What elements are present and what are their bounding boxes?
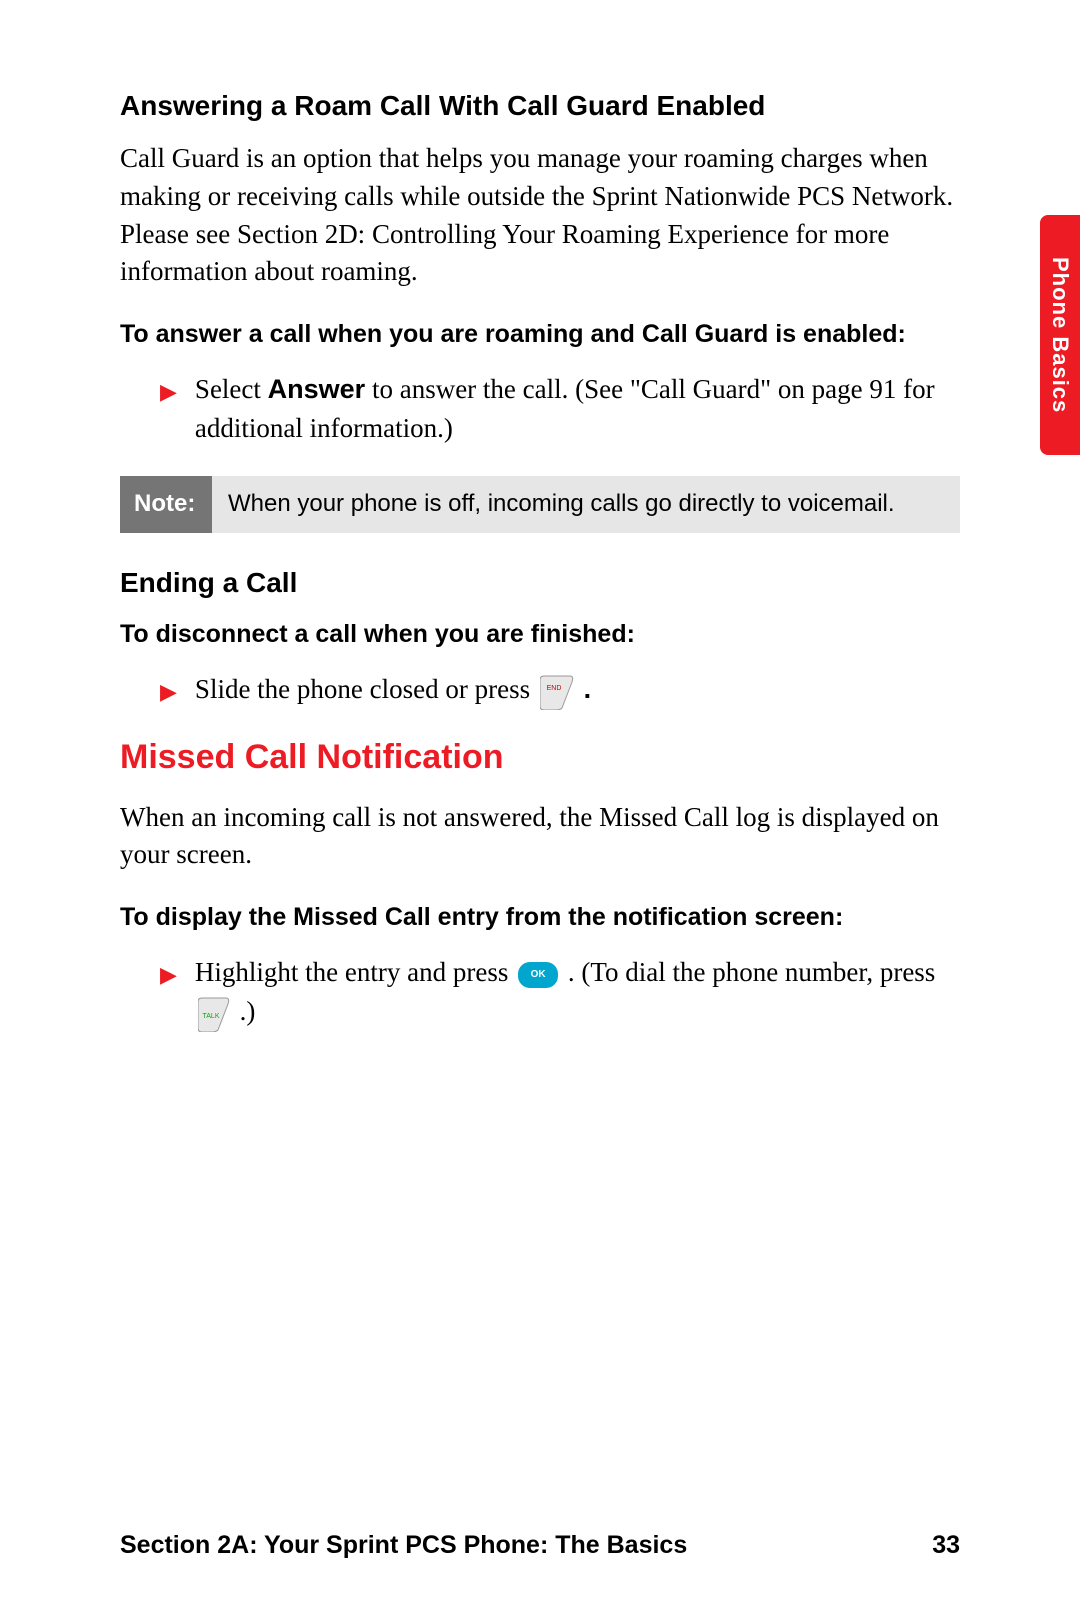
svg-text:END: END [546,685,561,692]
bullet-answer-prefix: Select [195,374,268,404]
bullet-answer-bold: Answer [268,374,366,404]
bullet-marker-icon: ▶ [160,959,177,991]
footer-page-number: 33 [932,1531,960,1560]
bullet-missed-text: Highlight the entry and press . (To dial… [195,953,960,1032]
body-call-guard: Call Guard is an option that helps you m… [120,140,960,291]
bullet-answer-text: Select Answer to answer the call. (See "… [195,370,960,448]
footer: Section 2A: Your Sprint PCS Phone: The B… [120,1531,960,1560]
instruction-missed-display: To display the Missed Call entry from th… [120,900,960,935]
footer-section-label: Section 2A: Your Sprint PCS Phone: The B… [120,1531,687,1560]
sidebar-tab-label: Phone Basics [1047,257,1073,413]
talk-key-icon: TALK [198,996,230,1032]
bullet-missed-a: Highlight the entry and press [195,957,515,987]
body-missed-call: When an incoming call is not answered, t… [120,799,960,875]
end-key-icon: END [540,674,574,710]
note-content: When your phone is off, incoming calls g… [212,476,960,532]
ok-key-icon [518,962,558,988]
instruction-roam-answer: To answer a call when you are roaming an… [120,317,960,352]
bullet-marker-icon: ▶ [160,676,177,708]
instruction-disconnect: To disconnect a call when you are finish… [120,617,960,652]
note-label: Note: [120,476,212,532]
bullet-missed-c: .) [240,996,256,1026]
heading-missed-call: Missed Call Notification [120,738,960,777]
bullet-missed-entry: ▶ Highlight the entry and press . (To di… [120,953,960,1032]
heading-roam-call-guard: Answering a Roam Call With Call Guard En… [120,90,960,122]
note-box: Note: When your phone is off, incoming c… [120,476,960,532]
bullet-answer-call: ▶ Select Answer to answer the call. (See… [120,370,960,448]
bullet-end-before: Slide the phone closed or press [195,674,537,704]
bullet-end-call: ▶ Slide the phone closed or press END . [120,670,960,710]
bullet-end-after: . [584,674,592,704]
bullet-missed-b: . (To dial the phone number, press [568,957,935,987]
sidebar-tab: Phone Basics [1040,215,1080,455]
heading-ending-call: Ending a Call [120,567,960,599]
svg-text:TALK: TALK [202,1013,219,1020]
bullet-marker-icon: ▶ [160,376,177,408]
bullet-end-text: Slide the phone closed or press END . [195,670,960,710]
